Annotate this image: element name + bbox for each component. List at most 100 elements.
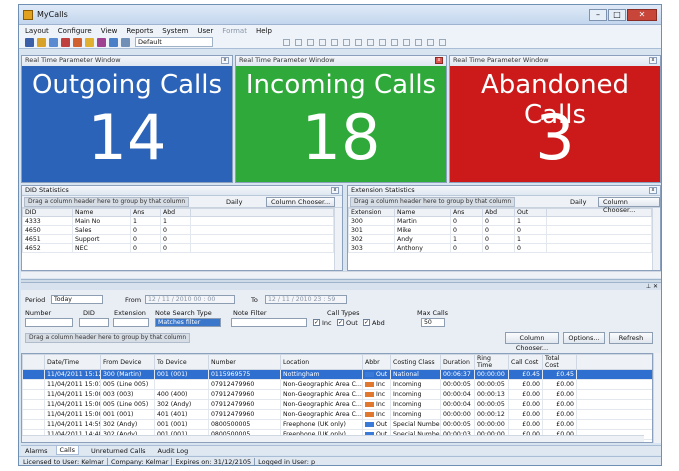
table-row[interactable]: 300 Martin 0 0 1 bbox=[348, 216, 652, 226]
max-calls-spinner[interactable]: 50 bbox=[421, 318, 445, 327]
column-header[interactable]: DID bbox=[22, 208, 73, 217]
table-row[interactable]: 4650 Sales 0 0 bbox=[22, 225, 334, 235]
chart-icon[interactable] bbox=[73, 37, 82, 47]
menu-reports[interactable]: Reports bbox=[126, 27, 153, 35]
pin-icon[interactable]: ⊥ ✕ bbox=[646, 283, 658, 290]
group-hint[interactable]: Drag a column header here to group by th… bbox=[350, 196, 516, 207]
table-row[interactable]: 4651 Support 0 0 bbox=[22, 234, 334, 244]
column-header[interactable]: Abd bbox=[160, 208, 191, 217]
cell: Out bbox=[362, 419, 391, 430]
from-datetime[interactable]: 12 / 11 / 2010 00 : 00 bbox=[145, 295, 235, 304]
column-header[interactable]: Call Cost bbox=[508, 354, 543, 370]
table-row[interactable]: 303 Anthony 0 0 0 bbox=[348, 243, 652, 253]
column-chooser-button[interactable]: Column Chooser... bbox=[266, 197, 336, 207]
tab-unreturned-calls[interactable]: Unreturned Calls bbox=[87, 447, 145, 455]
menu-view[interactable]: View bbox=[101, 27, 118, 35]
options-button[interactable]: Options... bbox=[563, 332, 605, 344]
rtp-close-icon[interactable]: x bbox=[221, 57, 229, 64]
vertical-scrollbar[interactable] bbox=[652, 208, 660, 270]
column-header[interactable]: Location bbox=[280, 354, 363, 370]
open-folder-icon[interactable] bbox=[37, 37, 46, 47]
menu-user[interactable]: User bbox=[197, 27, 213, 35]
cell: 0 bbox=[514, 243, 547, 253]
minimize-button[interactable]: – bbox=[589, 8, 607, 21]
menu-configure[interactable]: Configure bbox=[58, 27, 92, 35]
call-row[interactable]: 11/04/2011 15:00 001 (001) 401 (401) 079124… bbox=[22, 409, 652, 420]
close-button[interactable]: ✕ bbox=[627, 8, 657, 21]
group-hint[interactable]: Drag a column header here to group by th… bbox=[25, 333, 191, 343]
format-tool-icon bbox=[391, 38, 398, 46]
save-icon[interactable] bbox=[25, 37, 34, 47]
to-datetime[interactable]: 12 / 11 / 2010 23 : 59 bbox=[265, 295, 347, 304]
column-header[interactable]: Duration bbox=[440, 354, 475, 370]
column-header[interactable]: Extension bbox=[348, 208, 395, 217]
table-row[interactable]: 301 Mike 0 0 0 bbox=[348, 225, 652, 235]
column-header[interactable]: Ring Time bbox=[474, 354, 509, 370]
vertical-scrollbar[interactable] bbox=[334, 208, 342, 270]
cell: 302 (Andy) bbox=[100, 419, 155, 430]
menu-help[interactable]: Help bbox=[256, 27, 272, 35]
rtp-close-icon[interactable]: x bbox=[649, 57, 657, 64]
vertical-scrollbar[interactable] bbox=[653, 353, 661, 443]
filter-icon[interactable] bbox=[97, 37, 106, 47]
cell: Inc bbox=[362, 379, 391, 390]
did-field[interactable] bbox=[79, 318, 109, 327]
rtp-close-icon[interactable]: x bbox=[435, 57, 443, 64]
column-header[interactable]: Date/Time bbox=[44, 354, 101, 370]
note-filter-field[interactable] bbox=[231, 318, 307, 327]
period-select[interactable]: Today bbox=[51, 295, 103, 304]
table-row[interactable]: 4652 NEC 0 0 bbox=[22, 243, 334, 253]
calls-grid: Date/Time From Device To Device Number L… bbox=[21, 353, 653, 443]
out-checkbox[interactable]: ✓ bbox=[337, 319, 344, 326]
horizontal-scrollbar[interactable] bbox=[21, 271, 661, 278]
cell bbox=[576, 409, 652, 420]
globe-icon[interactable] bbox=[49, 37, 58, 47]
menu-layout[interactable]: Layout bbox=[25, 27, 49, 35]
column-header[interactable]: Ans bbox=[130, 208, 161, 217]
abd-checkbox[interactable]: ✓ bbox=[363, 319, 370, 326]
column-chooser-button[interactable]: Column Chooser... bbox=[598, 197, 660, 214]
cell: Sales bbox=[72, 225, 131, 235]
alarm-icon[interactable] bbox=[85, 37, 94, 47]
menu-system[interactable]: System bbox=[162, 27, 188, 35]
extension-field[interactable] bbox=[113, 318, 149, 327]
maximize-button[interactable]: □ bbox=[608, 8, 626, 21]
column-header[interactable]: Name bbox=[72, 208, 131, 217]
call-row[interactable]: 11/04/2011 15:01 005 (Line 005) 0791247996… bbox=[22, 379, 652, 390]
note-search-type-select[interactable]: Matches filter bbox=[155, 318, 221, 327]
tab-calls[interactable]: Calls bbox=[55, 446, 80, 455]
column-header[interactable]: Ans bbox=[450, 208, 483, 217]
column-chooser-button[interactable]: Column Chooser... bbox=[505, 332, 559, 352]
column-header[interactable]: Name bbox=[394, 208, 451, 217]
cell: 11/04/2011 15:00 bbox=[44, 389, 101, 400]
column-header[interactable]: Abbr bbox=[362, 354, 391, 370]
horizontal-scrollbar[interactable] bbox=[22, 435, 644, 442]
panel-close-icon[interactable]: x bbox=[331, 187, 339, 194]
call-row[interactable]: 11/04/2011 15:00 005 (Line 005) 302 (Andy)… bbox=[22, 399, 652, 410]
layout-select[interactable]: Default bbox=[135, 37, 213, 47]
number-field[interactable] bbox=[25, 318, 73, 327]
group-hint[interactable]: Drag a column header here to group by th… bbox=[24, 196, 190, 207]
column-header[interactable]: Costing Class bbox=[390, 354, 441, 370]
column-header[interactable]: Out bbox=[514, 208, 547, 217]
period-label: Period bbox=[25, 296, 46, 304]
column-header[interactable]: Abd bbox=[482, 208, 515, 217]
column-header[interactable]: From Device bbox=[100, 354, 155, 370]
tab-alarms[interactable]: Alarms bbox=[21, 447, 48, 455]
report-icon[interactable] bbox=[61, 37, 70, 47]
call-row[interactable]: 11/04/2011 14:59 302 (Andy) 001 (001) 08005… bbox=[22, 419, 652, 430]
inc-checkbox[interactable]: ✓ bbox=[313, 319, 320, 326]
call-row[interactable]: 11/04/2011 15:00 003 (003) 400 (400) 079124… bbox=[22, 389, 652, 400]
tab-audit-log[interactable]: Audit Log bbox=[154, 447, 189, 455]
column-header[interactable]: To Device bbox=[154, 354, 209, 370]
panel-close-icon[interactable]: x bbox=[649, 187, 657, 194]
column-header[interactable]: Number bbox=[208, 354, 281, 370]
table-row[interactable]: 302 Andy 1 0 1 bbox=[348, 234, 652, 244]
page-icon[interactable] bbox=[121, 37, 130, 47]
cell: 0 bbox=[450, 243, 483, 253]
table-row[interactable]: 4333 Main No 1 1 bbox=[22, 216, 334, 226]
call-row[interactable]: 11/04/2011 15:12 300 (Martin) 001 (001) 011… bbox=[22, 369, 652, 380]
column-header[interactable]: Total Cost bbox=[542, 354, 577, 370]
refresh-button[interactable]: Refresh bbox=[609, 332, 653, 344]
grid-icon[interactable] bbox=[109, 37, 118, 47]
